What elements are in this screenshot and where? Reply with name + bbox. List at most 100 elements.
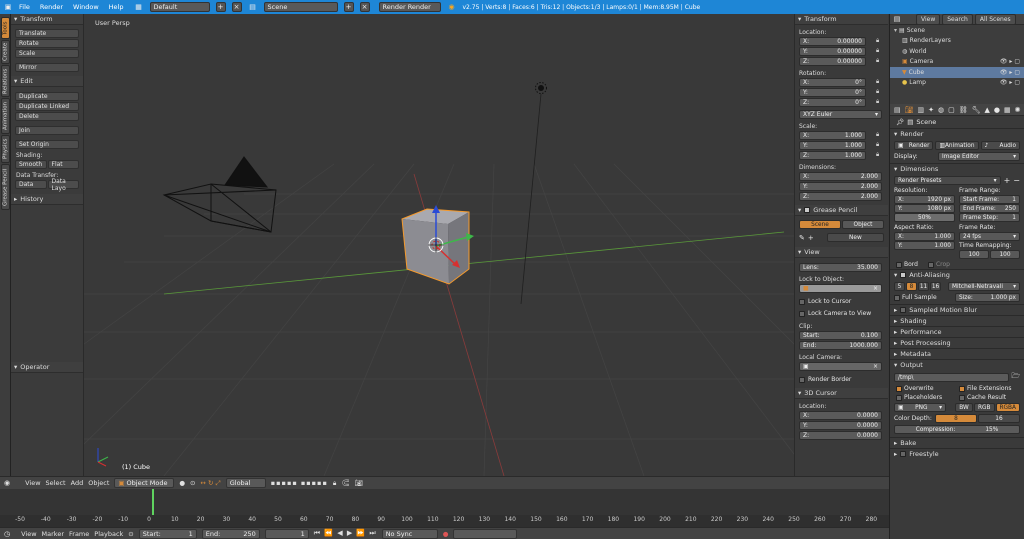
add-scene-icon[interactable]: + <box>343 2 354 12</box>
dimensions-panel-header[interactable]: ▾ Dimensions <box>890 163 1024 174</box>
modifiers-tab-icon[interactable]: 🔧︎ <box>972 106 981 114</box>
placeholders-toggle[interactable]: Placeholders <box>896 394 955 401</box>
cursor-x-field[interactable]: X: 0.0000 <box>799 411 882 420</box>
lock-icon[interactable]: 🔒︎ <box>876 88 884 96</box>
scale-x-field[interactable]: X: 1.000 <box>799 131 866 140</box>
aa-samples-11[interactable]: 11 <box>918 282 929 291</box>
mirror-button[interactable]: Mirror <box>15 63 79 72</box>
playback-controls[interactable]: ⏮ ⏪ ◀ ▶ ⏩ ⏭ <box>314 529 377 538</box>
cursor-y-field[interactable]: Y: 0.0000 <box>799 421 882 430</box>
aspect-x-field[interactable]: X: 1.000 <box>894 232 955 241</box>
lamp-object[interactable] <box>520 82 547 305</box>
data-tab-icon[interactable]: ▲ <box>985 106 990 114</box>
editor-type-icon[interactable]: ◉ <box>4 479 10 487</box>
depth-8-button[interactable]: 8 <box>935 414 977 423</box>
aspect-y-field[interactable]: Y: 1.000 <box>894 241 955 250</box>
translate-button[interactable]: Translate <box>15 29 79 38</box>
end-frame-field[interactable]: End Frame: 250 <box>959 204 1020 213</box>
outliner-row-scene[interactable]: ▾ ▤ Scene <box>890 25 1024 36</box>
sync-mode-select[interactable]: No Sync <box>381 528 438 539</box>
scene-tab-icon[interactable]: ✦ <box>928 106 934 114</box>
audio-button[interactable]: ♪ Audio <box>980 141 1021 150</box>
output-panel-header[interactable]: ▾ Output <box>890 359 1024 370</box>
lock-icon[interactable]: 🔒︎ <box>876 47 884 55</box>
editor-type-icon[interactable]: ▣ <box>3 2 13 12</box>
metadata-panel-header[interactable]: ▸ Metadata <box>890 348 1024 359</box>
timeline-marker-menu[interactable]: Marker <box>42 530 64 538</box>
visibility-icons[interactable]: 👁︎ ▸ ▢ <box>1000 79 1020 86</box>
editor-type-icon[interactable]: ▤ <box>892 14 902 24</box>
lock-icon[interactable]: 🔒︎ <box>876 37 884 45</box>
visibility-icons[interactable]: 👁︎ ▸ ▢ <box>1000 58 1020 65</box>
outliner-row-lamp[interactable]: ● Lamp 👁︎ ▸ ▢ <box>890 78 1024 89</box>
freestyle-panel-header[interactable]: ▸ Freestyle <box>890 448 1024 459</box>
view-menu[interactable]: View <box>25 479 40 487</box>
freestyle-checkbox[interactable] <box>900 451 907 457</box>
lock-icon[interactable]: 🔒︎ <box>876 141 884 149</box>
scale-y-field[interactable]: Y: 1.000 <box>799 141 866 150</box>
resolution-x-field[interactable]: X: 1920 px <box>894 195 955 204</box>
animation-button[interactable]: ▥ Animation <box>935 141 979 150</box>
add-icon[interactable]: + <box>808 234 814 242</box>
layers-tab-icon[interactable]: ▥ <box>918 106 925 114</box>
lock-object-field[interactable]: ■ × <box>799 284 882 293</box>
aa-samples-8[interactable]: 8 <box>906 282 917 291</box>
edit-panel-header[interactable]: ▾ Edit <box>11 76 83 87</box>
lens-field[interactable]: Lens: 35.000 <box>799 263 882 272</box>
timeline-area[interactable]: -50 -40 -30 -20 -10 0 10 20 30 40 50 60 70 80 90 100 110… <box>0 489 889 527</box>
select-menu[interactable]: Select <box>46 479 66 487</box>
grease-pencil-checkbox[interactable] <box>804 207 811 213</box>
start-frame-field[interactable]: Start: 1 <box>138 528 197 539</box>
duplicate-linked-button[interactable]: Duplicate Linked <box>15 102 79 111</box>
output-path-field[interactable]: /tmp\ <box>894 373 1010 382</box>
opengl-render-icon[interactable]: 📷︎ <box>355 479 363 487</box>
pencil-icon[interactable]: ✎ <box>799 234 805 242</box>
data-layout-button[interactable]: Data Layo <box>47 178 79 192</box>
tab-grease-pencil[interactable]: Grease Pencil <box>1 164 10 210</box>
render-button[interactable]: ▣ Render <box>894 141 934 150</box>
timeline-view-menu[interactable]: View <box>21 530 36 538</box>
location-x-field[interactable]: X: 0.00000 <box>799 37 866 46</box>
set-origin-button[interactable]: Set Origin <box>15 140 79 149</box>
tab-tools[interactable]: Tools <box>1 17 10 39</box>
material-tab-icon[interactable]: ● <box>994 106 1000 114</box>
object-tab-icon[interactable]: ▢ <box>948 106 955 114</box>
world-tab-icon[interactable]: ◍ <box>938 106 944 114</box>
overwrite-toggle[interactable]: Overwrite <box>896 385 955 392</box>
outliner-view-menu[interactable]: View <box>916 13 941 25</box>
end-frame-field[interactable]: End: 250 <box>201 528 260 539</box>
viewport-shading-icon[interactable]: ● <box>179 479 185 487</box>
gp-new-button[interactable]: New <box>826 233 884 242</box>
screen-layout-field[interactable]: Default <box>149 2 210 12</box>
transform-orientation-select[interactable]: Global <box>225 478 266 488</box>
border-toggle[interactable]: Bord <box>896 261 918 268</box>
scale-button[interactable]: Scale <box>15 49 79 58</box>
add-menu[interactable]: Add <box>71 479 84 487</box>
outliner-search-menu[interactable]: Search <box>942 13 973 25</box>
remap-new-field[interactable]: 100 <box>990 250 1020 259</box>
location-y-field[interactable]: Y: 0.00000 <box>799 47 866 56</box>
render-border-checkbox[interactable] <box>799 376 805 383</box>
cache-result-toggle[interactable]: Cache Result <box>959 394 1018 401</box>
resolution-percentage-slider[interactable]: 50% <box>894 213 955 222</box>
render-panel-header[interactable]: ▾ Render <box>890 128 1024 139</box>
object-menu[interactable]: Object <box>88 479 109 487</box>
flat-button[interactable]: Flat <box>47 160 79 169</box>
timeline-frame-menu[interactable]: Frame <box>69 530 89 538</box>
render-presets-select[interactable]: Render Presets ▾ <box>894 176 1001 185</box>
outliner-row-cube[interactable]: ▼ Cube 👁︎ ▸ ▢ <box>890 67 1024 78</box>
preview-range-icon[interactable]: ⊙ <box>128 530 133 538</box>
scale-z-field[interactable]: Z: 1.000 <box>799 151 866 160</box>
menu-window[interactable]: Window <box>73 3 99 11</box>
remap-old-field[interactable]: 100 <box>959 250 989 259</box>
interaction-mode-select[interactable]: ▣ Object Mode <box>114 478 175 488</box>
menu-help[interactable]: Help <box>109 3 124 11</box>
location-z-field[interactable]: Z: 0.00000 <box>799 57 866 66</box>
lock-icon[interactable]: 🔒︎ <box>876 131 884 139</box>
rotation-mode-select[interactable]: XYZ Euler ▾ <box>799 110 882 119</box>
tab-animation[interactable]: Animation <box>1 98 10 134</box>
shading-panel-header[interactable]: ▸ Shading <box>890 315 1024 326</box>
close-screen-icon[interactable]: × <box>231 2 242 12</box>
operator-panel-header[interactable]: ▾ Operator <box>11 362 83 373</box>
delete-button[interactable]: Delete <box>15 112 79 121</box>
